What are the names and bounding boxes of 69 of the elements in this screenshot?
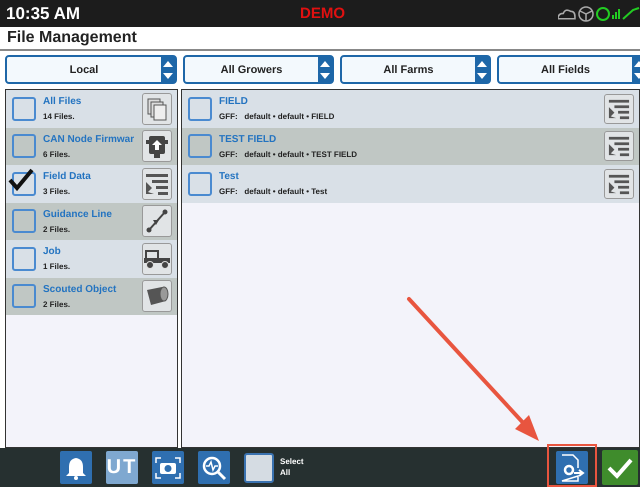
up-down-icon [477, 58, 487, 80]
demo-label: DEMO [300, 5, 345, 22]
checkbox[interactable] [188, 96, 212, 121]
steering-wheel-icon [578, 6, 594, 22]
diagnostics-button[interactable] [198, 451, 230, 484]
clock-time: 10:35 AM [6, 4, 80, 24]
file-name: TEST FIELD [219, 134, 278, 145]
file-count: 2 Files. [43, 224, 72, 234]
file-item[interactable]: TEST FIELD GFF: default • default • TEST FIELD [182, 128, 639, 165]
export-settings-button[interactable] [556, 451, 588, 484]
category-item[interactable]: All Files 14 Files. [6, 90, 177, 128]
bell-icon [65, 456, 87, 480]
cylinder-icon [144, 285, 170, 308]
category-name: Guidance Line [43, 208, 113, 220]
highlight-box [547, 444, 597, 487]
field-map-icon [144, 172, 170, 196]
category-name: Scouted Object [43, 284, 118, 295]
file-count: 6 Files. [43, 150, 72, 159]
file-name: FIELD [219, 96, 249, 108]
filter-dropdown[interactable]: Local [5, 55, 177, 84]
checkbox[interactable] [188, 134, 212, 158]
category-item[interactable]: Job 1 Files. [6, 240, 177, 278]
alarm-button[interactable] [60, 451, 92, 484]
checkbox[interactable] [12, 284, 36, 308]
checkbox[interactable] [12, 96, 36, 121]
magnifier-icon [201, 454, 227, 480]
guidance-line-icon [145, 209, 169, 234]
checkbox[interactable] [12, 134, 36, 158]
field-map-icon [607, 135, 631, 158]
check-icon [607, 456, 633, 478]
file-details: GFF: default • default • FIELD [219, 112, 336, 122]
file-count: 2 Files. [43, 300, 72, 309]
up-down-icon [320, 58, 330, 80]
checkbox[interactable] [12, 209, 36, 234]
camera-icon [155, 456, 181, 478]
file-item[interactable]: Test GFF: default • default • Test [182, 165, 639, 202]
category-name: All Files [43, 96, 82, 108]
checkbox[interactable] [12, 246, 36, 271]
file-details: GFF: default • default • TEST FIELD [219, 150, 358, 159]
category-item[interactable]: Guidance Line 2 Files. [6, 202, 177, 240]
ring-icon [596, 6, 610, 20]
file-item[interactable]: FIELD GFF: default • default • FIELD [182, 90, 639, 128]
file-count: 3 Files. [43, 187, 72, 196]
field-map-icon [607, 172, 631, 195]
tractor-icon [143, 248, 171, 269]
category-name: CAN Node Firmwar [43, 134, 136, 145]
page-title: File Management [7, 29, 137, 47]
copies-icon [146, 96, 168, 121]
file-count: 14 Files. [43, 112, 76, 122]
signal-icon [612, 8, 620, 18]
checkbox[interactable] [188, 172, 212, 196]
select-all-button[interactable]: Select All [244, 451, 310, 484]
category-name: Field Data [43, 171, 92, 182]
file-details: GFF: default • default • Test [219, 187, 328, 196]
file-name: Test [219, 171, 240, 182]
category-name: Job [43, 246, 62, 258]
category-item[interactable]: Scouted Object 2 Files. [6, 278, 177, 315]
filter-dropdown[interactable]: All Fields [497, 55, 640, 84]
up-down-icon [163, 58, 173, 80]
camera-button[interactable] [152, 451, 184, 484]
field-map-icon [607, 98, 631, 120]
cloud-icon [558, 8, 576, 20]
file-count: 1 Files. [43, 262, 72, 272]
confirm-button[interactable] [602, 450, 638, 485]
filter-dropdown[interactable]: All Growers [183, 55, 334, 84]
document-gear-icon [559, 454, 585, 482]
category-item[interactable]: CAN Node Firmwar 6 Files. [6, 128, 177, 165]
filter-dropdown[interactable]: All Farms [340, 55, 491, 84]
gps-icon [622, 7, 640, 20]
